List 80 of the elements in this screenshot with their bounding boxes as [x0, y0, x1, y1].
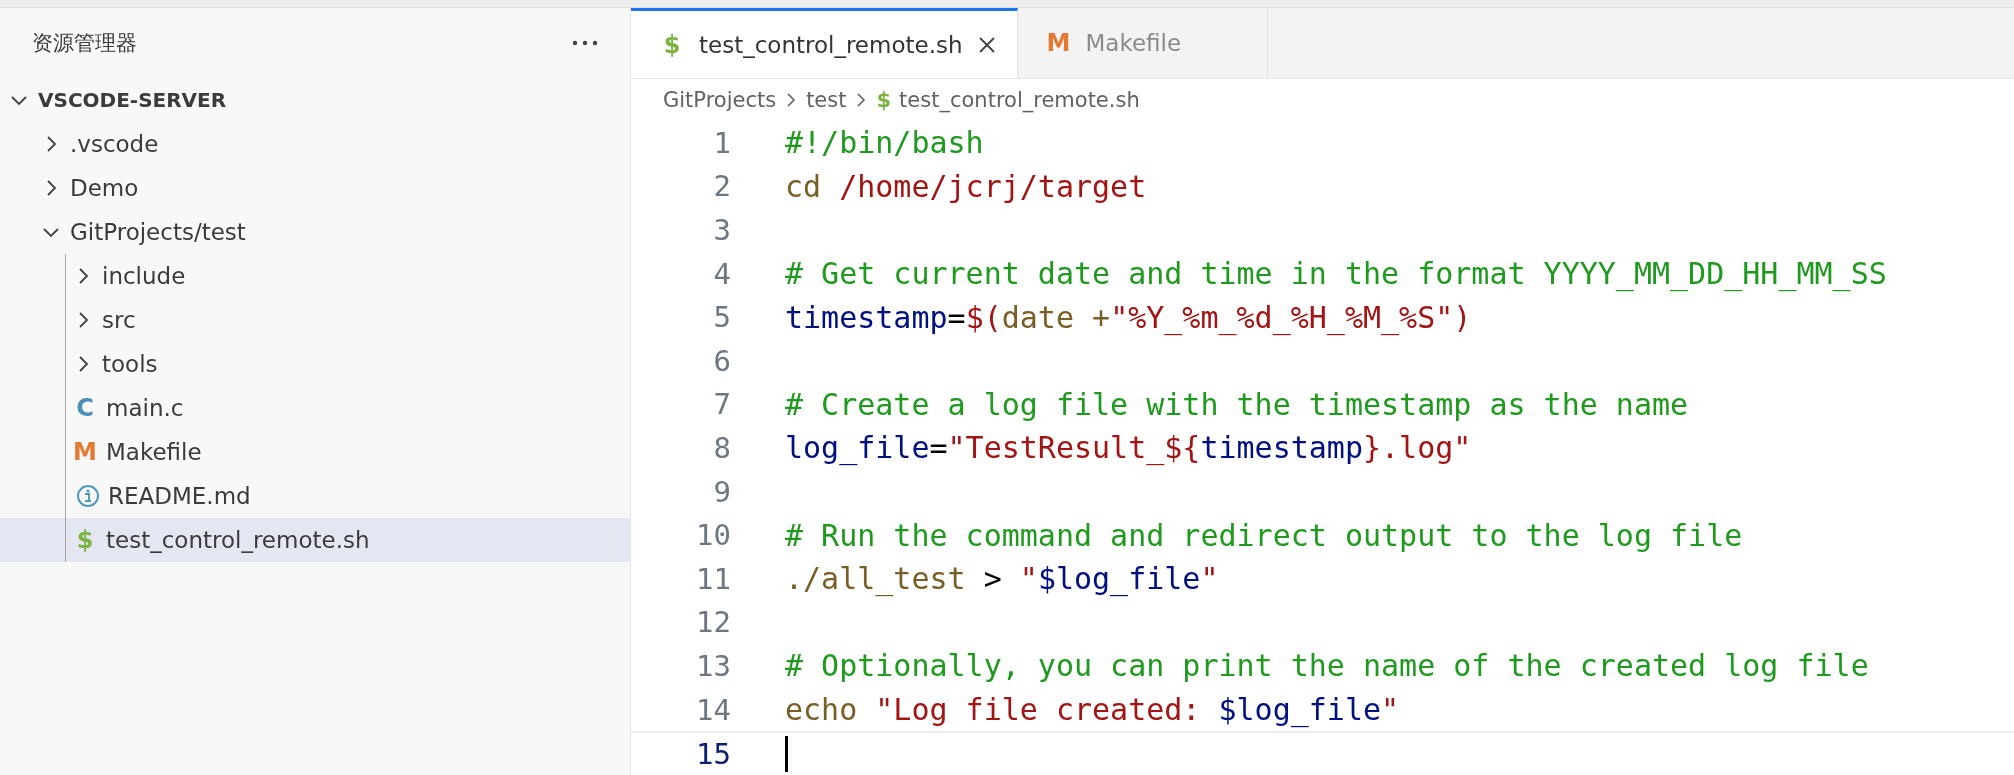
tree-item-label: include [102, 263, 186, 289]
file-type-icon: C [72, 394, 98, 422]
line-number: 12 [695, 605, 731, 640]
code-token: $log_file [1037, 561, 1201, 597]
code-token: # Create a log file with the timestamp as the name [785, 386, 1689, 422]
breadcrumb-item[interactable]: test [806, 88, 847, 112]
tree-item[interactable]: $ test_control_remote.sh [0, 518, 630, 562]
more-actions-icon[interactable] [572, 40, 598, 46]
line-number: 5 [712, 300, 731, 335]
tree-item-label: test_control_remote.sh [106, 527, 370, 553]
line-number: 14 [695, 692, 731, 727]
line-number: 4 [712, 256, 731, 291]
code-token: timestamp [785, 299, 948, 335]
info-icon [76, 484, 100, 508]
tree-item[interactable]: VSCODE-SERVER [0, 78, 630, 122]
code-token: "Log file created: [875, 692, 1202, 727]
code-token: date + [1001, 299, 1111, 335]
sidebar-title: 资源管理器 [32, 30, 137, 57]
code-token: > [982, 561, 1003, 597]
file-type-icon: $ [72, 526, 98, 554]
code-token: "%Y_%m_%d_%H_%M_%S") [1110, 299, 1472, 335]
line-number: 11 [695, 561, 731, 596]
line-number: 9 [712, 474, 731, 509]
breadcrumb-item[interactable]: GitProjects [663, 88, 777, 112]
line-number: 10 [695, 518, 731, 553]
code-token: ./all_test [785, 561, 966, 597]
line-number: 6 [712, 343, 731, 378]
tree-item-label: .vscode [70, 131, 159, 157]
code-token: # Optionally, you can print the name of the created log file [785, 648, 1869, 684]
tree-item[interactable]: .vscode [0, 122, 630, 166]
file-type-icon: M [72, 438, 98, 466]
code-token: # Get current date and time in the format YYYY_MM_DD_HH_MM_SS [785, 256, 1887, 292]
tab-label: test_control_remote.sh [699, 31, 963, 58]
line-number: 15 [695, 737, 731, 772]
code-token: timestamp [1200, 430, 1363, 466]
tree-item-label: Demo [70, 175, 139, 201]
line-number: 1 [712, 125, 731, 160]
tree-item[interactable]: GitProjects/test [0, 210, 630, 254]
line-number: 8 [712, 430, 731, 465]
code-token: echo [785, 692, 859, 727]
tree-item[interactable]: tools [0, 342, 630, 386]
tree-item[interactable]: include [0, 254, 630, 298]
code-token: /home/jcrj/target [839, 168, 1147, 204]
file-type-icon: M [1045, 29, 1072, 57]
tree-item[interactable]: README.md [0, 474, 630, 518]
code-token: # Run the command and redirect output to the log file [785, 517, 1743, 553]
close-icon[interactable] [976, 34, 997, 55]
line-number: 3 [712, 213, 731, 247]
code-token: = [929, 430, 948, 466]
tree-item-label: GitProjects/test [70, 219, 246, 245]
workspace-title: VSCODE-SERVER [38, 88, 227, 112]
file-type-icon: $ [876, 88, 892, 112]
code-token: " [1200, 561, 1219, 597]
tree-item[interactable]: M Makefile [0, 430, 630, 474]
code-token: = [947, 299, 966, 335]
code-token: $log_file [1218, 692, 1382, 727]
code-token: }.log" [1363, 430, 1472, 466]
text-cursor [785, 736, 788, 773]
line-number: 2 [712, 169, 731, 204]
breadcrumb-item[interactable]: test_control_remote.sh [899, 88, 1140, 112]
tree-item-label: README.md [108, 483, 251, 509]
line-number: 13 [695, 648, 731, 683]
code-token: #!/bin/bash [785, 125, 984, 161]
tab-label: Makefile [1085, 30, 1182, 56]
code-token: cd [785, 168, 823, 204]
editor-tab[interactable]: $ test_control_remote.sh [631, 8, 1018, 78]
tree-item-label: src [102, 307, 136, 333]
code-token: "TestResult_${ [947, 430, 1201, 466]
file-type-icon: $ [659, 30, 685, 59]
tree-item[interactable]: src [0, 298, 630, 342]
tree-item[interactable]: C main.c [0, 386, 630, 430]
line-number: 7 [712, 387, 731, 422]
tree-item-label: main.c [106, 395, 184, 421]
code-token: log_file [785, 430, 930, 466]
code-token: $( [965, 299, 1002, 335]
code-token: " [1381, 692, 1400, 727]
tree-item[interactable]: Demo [0, 166, 630, 210]
tree-item-label: tools [102, 351, 158, 377]
code-token: " [1019, 561, 1038, 597]
tree-item-label: Makefile [106, 439, 202, 465]
